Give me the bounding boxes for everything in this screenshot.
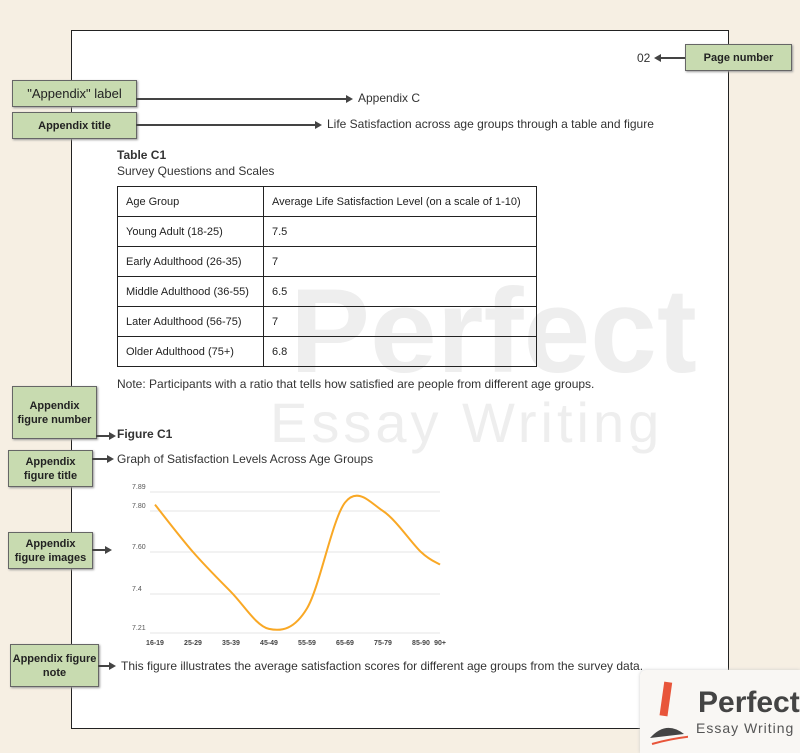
arrow-icon (136, 121, 322, 128)
annotation-appendix-title: Appendix title (12, 112, 137, 139)
x-tick-label: 75-79 (374, 640, 392, 647)
figure-title: Graph of Satisfaction Levels Across Age … (117, 452, 374, 466)
cell: Later Adulthood (56-75) (117, 306, 264, 337)
arrow-icon (92, 455, 114, 462)
logo-subtext: Essay Writing (696, 720, 795, 736)
x-tick-label: 55-59 (298, 640, 316, 647)
cell: Young Adult (18-25) (117, 216, 264, 247)
figure-number: Figure C1 (117, 427, 173, 441)
table-title: Survey Questions and Scales (117, 164, 275, 178)
cell: Early Adulthood (26-35) (117, 246, 264, 277)
annotation-figure-title: Appendix figure title (8, 450, 93, 487)
arrow-icon (654, 54, 685, 61)
table-row: Early Adulthood (26-35) 7 (117, 246, 537, 277)
y-tick-label: 7.21 (132, 625, 146, 632)
cell: 7.5 (263, 216, 537, 247)
annotation-appendix-label: "Appendix" label (12, 80, 137, 107)
line-chart: 7.21 7.4 7.60 7.80 7.89 16-19 25-29 35-39 45-49 5… (132, 484, 446, 647)
appendix-label: Appendix C (358, 91, 421, 105)
cell: 7 (263, 246, 537, 277)
table-number: Table C1 (117, 148, 167, 162)
arrow-icon (92, 546, 112, 553)
x-tick-label: 65-69 (336, 640, 354, 647)
header-cell: Average Life Satisfaction Level (on a sc… (263, 186, 537, 217)
pen-logo-icon (650, 681, 688, 745)
annotation-page-number: Page number (685, 44, 792, 71)
cell: 7 (263, 306, 537, 337)
y-tick-label: 7.60 (132, 544, 146, 551)
cell: Older Adulthood (75+) (117, 336, 264, 367)
x-tick-label: 45-49 (260, 640, 278, 647)
table-note: Note: Participants with a ratio that tel… (117, 377, 595, 391)
cell: 6.5 (263, 276, 537, 307)
table-row: Older Adulthood (75+) 6.8 (117, 336, 537, 367)
watermark-subtitle: Essay Writing (270, 391, 664, 454)
appendix-title: Life Satisfaction across age groups thro… (327, 117, 654, 131)
figure-note: This figure illustrates the average sati… (121, 659, 644, 673)
table-header-row: Age Group Average Life Satisfaction Level… (117, 186, 537, 217)
annotation-figure-note: Appendix figure note (10, 644, 99, 687)
page-number: 02 (637, 51, 651, 65)
x-tick-label: 85-90 (412, 640, 430, 647)
table-row: Later Adulthood (56-75) 7 (117, 306, 537, 337)
x-tick-label: 25-29 (184, 640, 202, 647)
x-tick-label: 90+ (434, 640, 446, 647)
y-tick-label: 7.89 (132, 484, 146, 491)
cell: 6.8 (263, 336, 537, 367)
y-tick-label: 7.4 (132, 586, 142, 593)
logo: Perfect Essay Writing (640, 670, 800, 753)
arrow-icon (136, 95, 353, 102)
header-cell: Age Group (117, 186, 264, 217)
table-row: Young Adult (18-25) 7.5 (117, 216, 537, 247)
data-table: Age Group Average Life Satisfaction Level… (117, 186, 537, 367)
x-tick-label: 16-19 (146, 640, 164, 647)
x-tick-label: 35-39 (222, 640, 240, 647)
annotation-figure-number: Appendix figure number (12, 386, 97, 439)
cell: Middle Adulthood (36-55) (117, 276, 264, 307)
arrow-icon (96, 432, 116, 439)
y-tick-label: 7.80 (132, 503, 146, 510)
arrow-icon (98, 662, 116, 669)
table-row: Middle Adulthood (36-55) 6.5 (117, 276, 537, 307)
annotation-figure-images: Appendix figure images (8, 532, 93, 569)
logo-text: Perfect (698, 686, 800, 719)
series-line (154, 494, 441, 631)
